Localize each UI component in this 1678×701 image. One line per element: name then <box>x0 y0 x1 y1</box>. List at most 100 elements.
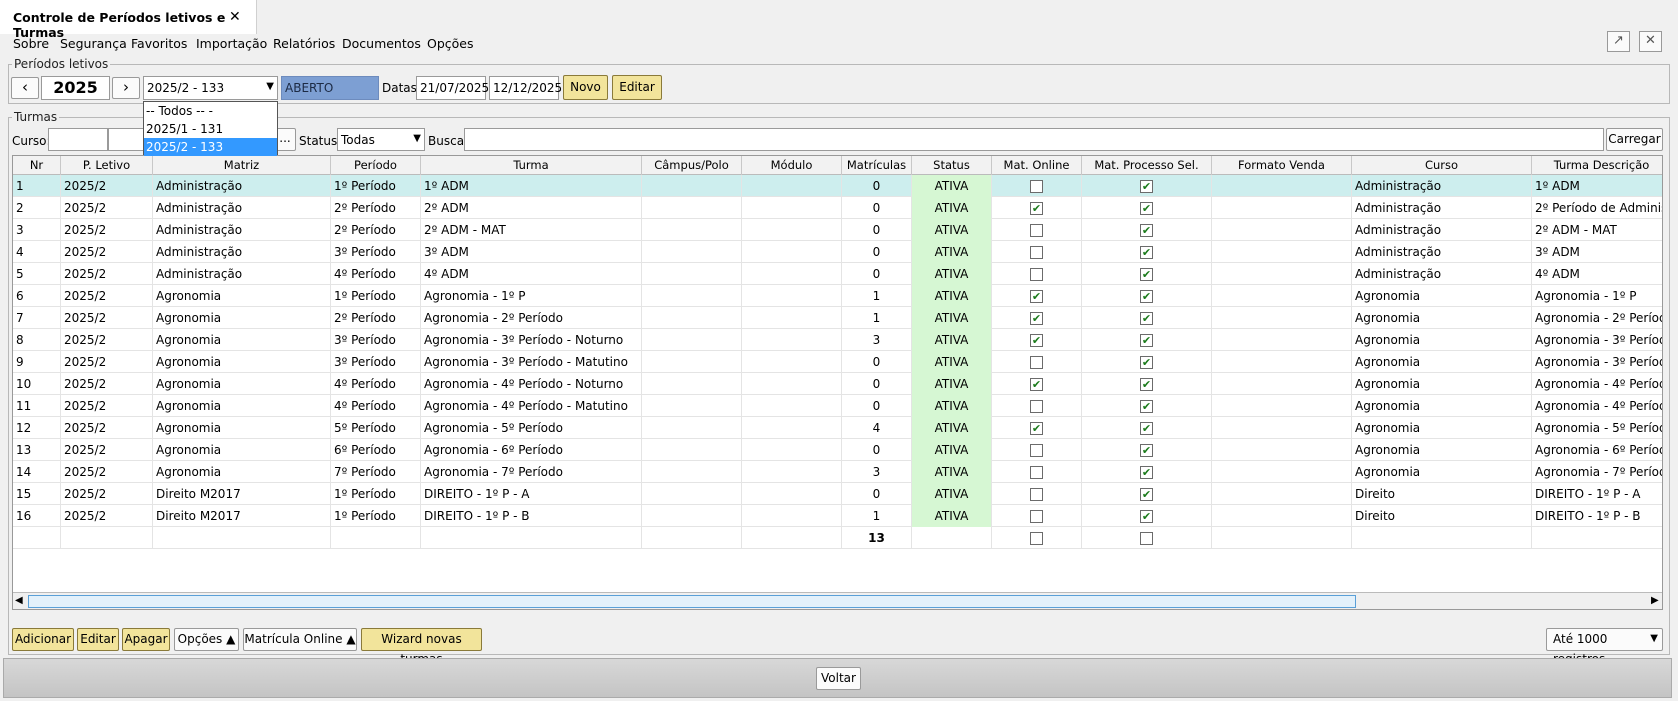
voltar-button[interactable]: Voltar <box>816 667 861 690</box>
mat-processo-checkbox[interactable]: ✔ <box>1140 378 1153 391</box>
menu-relatorios[interactable]: Relatórios <box>273 36 335 51</box>
mat-online-checkbox[interactable] <box>1030 246 1043 259</box>
menu-seguranca[interactable]: Segurança <box>60 36 127 51</box>
mat-online-checkbox[interactable] <box>1030 510 1043 523</box>
column-header-mat[interactable]: Matrículas <box>842 156 912 175</box>
close-icon[interactable]: ✕ <box>1639 31 1662 52</box>
busca-input[interactable] <box>464 128 1604 151</box>
scroll-right-icon[interactable]: ▶ <box>1651 595 1659 606</box>
column-header-curso[interactable]: Curso <box>1352 156 1532 175</box>
column-header-matriz[interactable]: Matriz <box>153 156 331 175</box>
column-header-periodo[interactable]: Período <box>331 156 421 175</box>
mat-processo-checkbox[interactable]: ✔ <box>1140 312 1153 325</box>
mat-online-checkbox[interactable]: ✔ <box>1030 422 1043 435</box>
mat-online-checkbox[interactable]: ✔ <box>1030 378 1043 391</box>
table-row[interactable]: 5 2025/2 Administração 4º Período 4º ADM 0 ATI… <box>13 263 1662 285</box>
mat-online-checkbox[interactable] <box>1030 466 1043 479</box>
table-row[interactable]: 4 2025/2 Administração 3º Período 3º ADM 0 ATI… <box>13 241 1662 263</box>
mat-online-checkbox[interactable]: ✔ <box>1030 290 1043 303</box>
curso-code-field[interactable] <box>48 128 108 151</box>
mat-processo-checkbox[interactable]: ✔ <box>1140 180 1153 193</box>
periodo-option-todos[interactable]: -- Todos -- - <box>144 102 277 120</box>
column-header-nr[interactable]: Nr <box>13 156 61 175</box>
mat-processo-checkbox[interactable]: ✔ <box>1140 268 1153 281</box>
periodo-option-2025-2[interactable]: 2025/2 - 133 <box>144 138 277 156</box>
mat-processo-checkbox[interactable]: ✔ <box>1140 444 1153 457</box>
mat-processo-checkbox[interactable]: ✔ <box>1140 290 1153 303</box>
editar-turma-button[interactable]: Editar <box>77 628 119 651</box>
mat-processo-checkbox[interactable]: ✔ <box>1140 400 1153 413</box>
mat-online-checkbox[interactable] <box>1030 180 1043 193</box>
periodo-option-2025-1[interactable]: 2025/1 - 131 <box>144 120 277 138</box>
mat-online-checkbox[interactable] <box>1030 356 1043 369</box>
mat-online-checkbox[interactable] <box>1030 224 1043 237</box>
mat-processo-checkbox[interactable]: ✔ <box>1140 510 1153 523</box>
mat-processo-checkbox[interactable]: ✔ <box>1140 422 1153 435</box>
year-field[interactable]: 2025 <box>41 76 110 100</box>
tab-controle-periodos[interactable]: Controle de Períodos letivos e Turmas ✕ <box>0 0 257 40</box>
table-row[interactable]: 15 2025/2 Direito M2017 1º Período DIREITO -… <box>13 483 1662 505</box>
novo-periodo-button[interactable]: Novo <box>563 75 608 100</box>
data-fim-field[interactable]: 12/12/2025 <box>489 76 562 100</box>
mat-processo-checkbox[interactable]: ✔ <box>1140 356 1153 369</box>
table-row[interactable]: 10 2025/2 Agronomia 4º Período Agronomia - 4… <box>13 373 1662 395</box>
popout-icon[interactable]: ↗ <box>1607 31 1630 52</box>
column-header-online[interactable]: Mat. Online <box>992 156 1082 175</box>
status-select[interactable]: Todas ▼ <box>337 128 425 151</box>
column-header-turma[interactable]: Turma <box>421 156 642 175</box>
column-header-modulo[interactable]: Módulo <box>742 156 842 175</box>
mat-online-checkbox[interactable]: ✔ <box>1030 312 1043 325</box>
table-row[interactable]: 8 2025/2 Agronomia 3º Período Agronomia - 3º… <box>13 329 1662 351</box>
checkbox[interactable] <box>1140 532 1153 545</box>
table-row[interactable]: 2 2025/2 Administração 2º Período 2º ADM 0 ATI… <box>13 197 1662 219</box>
table-row[interactable]: 11 2025/2 Agronomia 4º Período Agronomia - 4… <box>13 395 1662 417</box>
table-row[interactable]: 16 2025/2 Direito M2017 1º Período DIREITO -… <box>13 505 1662 527</box>
mat-online-checkbox[interactable] <box>1030 488 1043 501</box>
horizontal-scrollbar[interactable]: ◀ ▶ <box>13 592 1662 609</box>
column-header-status[interactable]: Status <box>912 156 992 175</box>
column-header-proc[interactable]: Mat. Processo Sel. <box>1082 156 1212 175</box>
mat-processo-checkbox[interactable]: ✔ <box>1140 202 1153 215</box>
tab-close-icon[interactable]: ✕ <box>229 9 241 25</box>
opcoes-menu-button[interactable]: Opções ▲ <box>174 628 239 651</box>
scrollbar-thumb[interactable] <box>28 595 1356 608</box>
column-header-campus[interactable]: Câmpus/Polo <box>642 156 742 175</box>
table-row[interactable]: 6 2025/2 Agronomia 1º Período Agronomia - 1º… <box>13 285 1662 307</box>
table-row[interactable]: 14 2025/2 Agronomia 7º Período Agronomia - 7… <box>13 461 1662 483</box>
scroll-left-icon[interactable]: ◀ <box>15 595 23 606</box>
mat-online-checkbox[interactable] <box>1030 444 1043 457</box>
mat-processo-checkbox[interactable]: ✔ <box>1140 246 1153 259</box>
table-row[interactable]: 3 2025/2 Administração 2º Período 2º ADM - M… <box>13 219 1662 241</box>
adicionar-button[interactable]: Adicionar <box>12 628 74 651</box>
mat-online-checkbox[interactable] <box>1030 400 1043 413</box>
next-year-button[interactable]: › <box>112 77 140 99</box>
column-header-desc[interactable]: Turma Descrição <box>1532 156 1662 175</box>
menu-importacao[interactable]: Importação <box>196 36 267 51</box>
mat-processo-checkbox[interactable]: ✔ <box>1140 334 1153 347</box>
mat-online-checkbox[interactable]: ✔ <box>1030 202 1043 215</box>
table-row[interactable]: 13 2025/2 Agronomia 6º Período Agronomia - 6… <box>13 439 1662 461</box>
periodo-select[interactable]: 2025/2 - 133 ▼ <box>143 76 278 100</box>
menu-opcoes[interactable]: Opções <box>427 36 474 51</box>
table-row[interactable]: 9 2025/2 Agronomia 3º Período Agronomia - 3º… <box>13 351 1662 373</box>
mat-online-checkbox[interactable] <box>1030 268 1043 281</box>
apagar-button[interactable]: Apagar <box>122 628 170 651</box>
matricula-online-menu-button[interactable]: Matrícula Online ▲ <box>243 628 357 651</box>
limit-select[interactable]: Até 1000 registros ▼ <box>1546 628 1663 666</box>
table-total-row[interactable]: 13 <box>13 527 1662 549</box>
menu-favoritos[interactable]: Favoritos <box>131 36 187 51</box>
data-inicio-field[interactable]: 21/07/2025 <box>416 76 489 100</box>
column-header-pl[interactable]: P. Letivo <box>61 156 153 175</box>
checkbox[interactable] <box>1030 532 1043 545</box>
table-row[interactable]: 7 2025/2 Agronomia 2º Período Agronomia - 2º… <box>13 307 1662 329</box>
mat-processo-checkbox[interactable]: ✔ <box>1140 466 1153 479</box>
table-row[interactable]: 12 2025/2 Agronomia 5º Período Agronomia - 5… <box>13 417 1662 439</box>
table-row[interactable]: 1 2025/2 Administração 1º Período 1º ADM 0 ATI… <box>13 175 1662 197</box>
menu-documentos[interactable]: Documentos <box>342 36 421 51</box>
mat-processo-checkbox[interactable]: ✔ <box>1140 488 1153 501</box>
wizard-novas-turmas-button[interactable]: Wizard novas turmas <box>361 628 482 666</box>
prev-year-button[interactable]: ‹ <box>11 77 39 99</box>
menu-sobre[interactable]: Sobre <box>13 36 49 51</box>
column-header-formato[interactable]: Formato Venda <box>1212 156 1352 175</box>
carregar-button[interactable]: Carregar <box>1606 128 1663 151</box>
